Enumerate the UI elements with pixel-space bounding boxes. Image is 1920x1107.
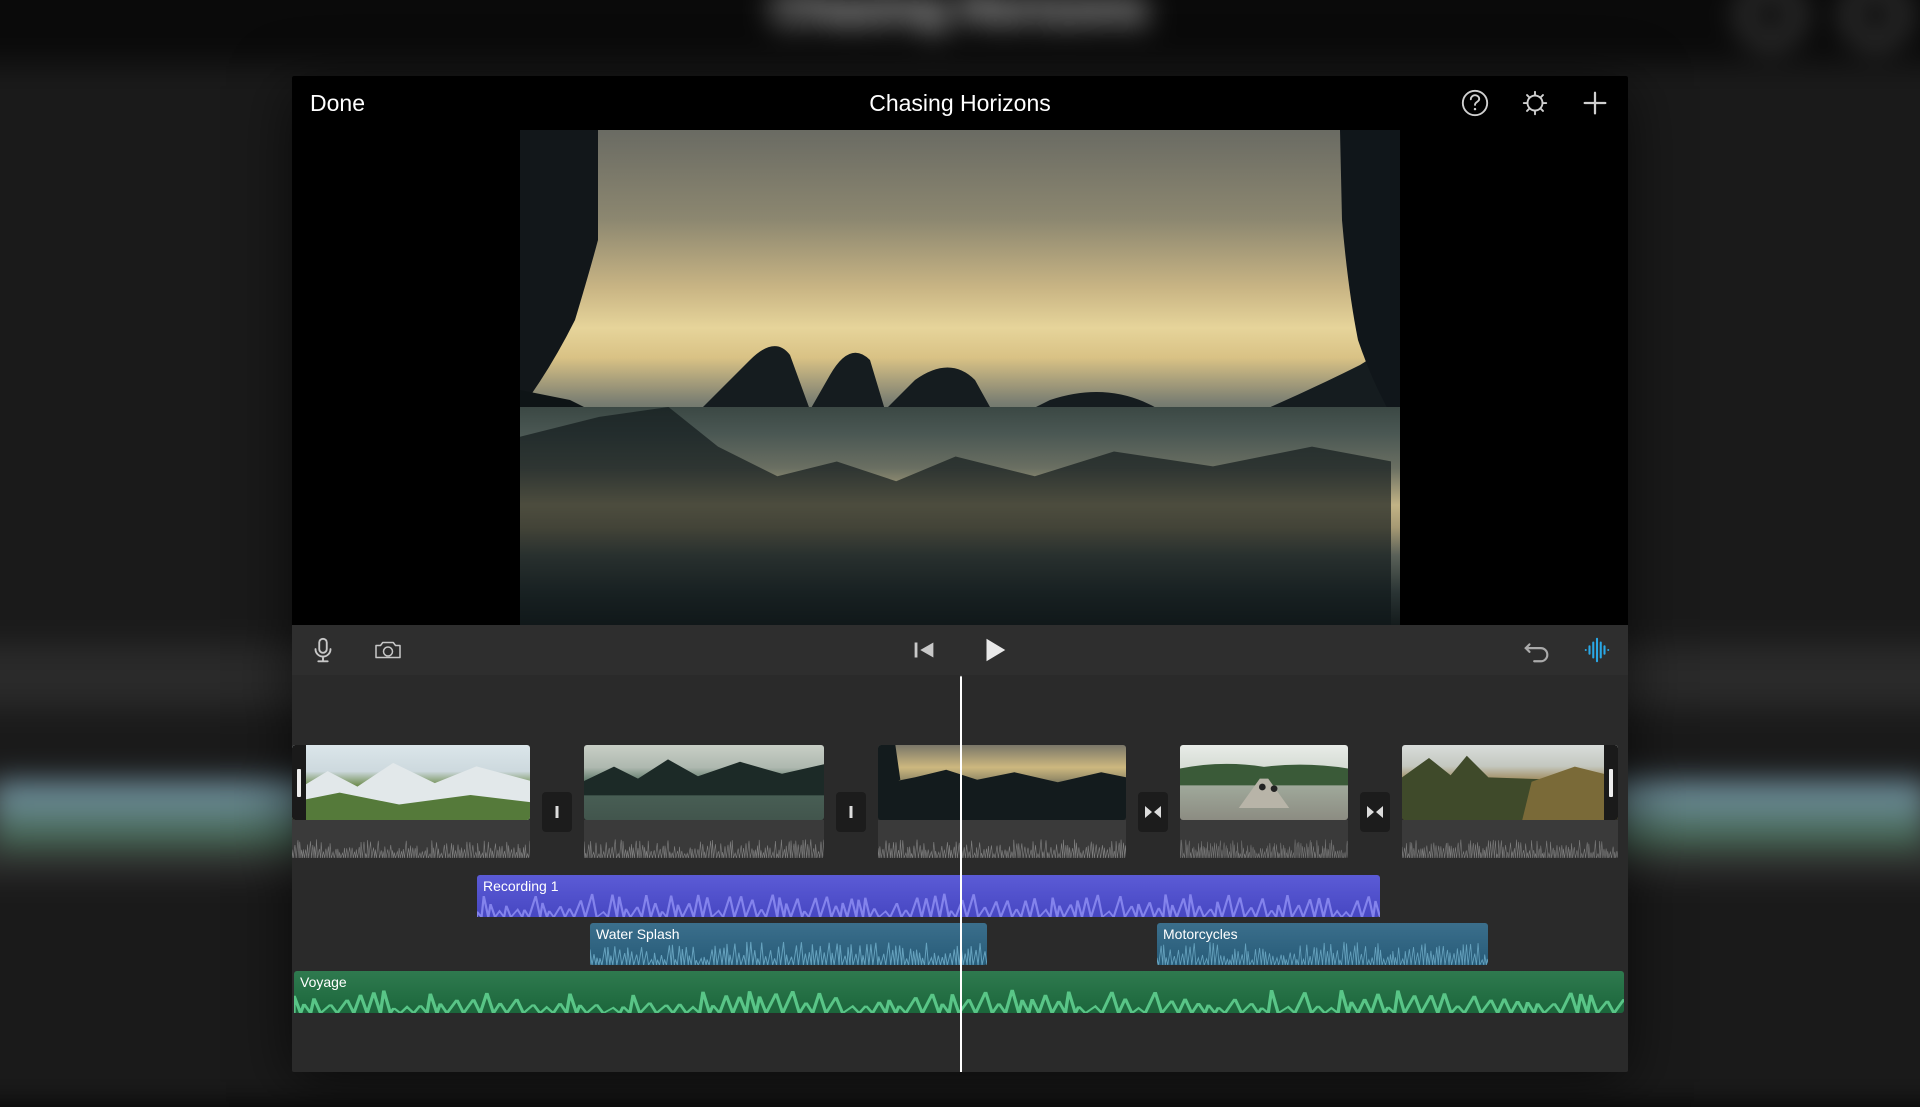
audio-track-sfx1[interactable]: Water Splash [590, 923, 987, 965]
bg-help-icon [1741, 0, 1800, 44]
clip-start-handle[interactable] [292, 745, 306, 820]
video-clip[interactable] [292, 745, 530, 820]
video-clip[interactable] [1180, 745, 1348, 820]
bg-title: Chasing Horizons [773, 0, 1148, 34]
clip-audio-strip [292, 820, 530, 858]
skip-back-icon[interactable] [909, 635, 939, 665]
video-clip[interactable] [1402, 745, 1618, 820]
clip-end-handle[interactable] [1604, 745, 1618, 820]
clip-audio-strip [878, 820, 1126, 858]
undo-icon[interactable] [1522, 635, 1552, 665]
audio-track-label: Voyage [300, 974, 1618, 990]
transition-crossfade-icon[interactable] [1360, 792, 1390, 832]
video-clip[interactable] [584, 745, 824, 820]
audio-track-label: Recording 1 [483, 878, 1374, 894]
waveform-icon[interactable] [1582, 635, 1612, 665]
transition-none-icon[interactable] [542, 792, 572, 832]
audio-track-sfx2[interactable]: Motorcycles [1157, 923, 1488, 965]
preview-frame[interactable] [520, 130, 1400, 625]
audio-track-label: Water Splash [596, 926, 981, 942]
microphone-icon[interactable] [308, 635, 338, 665]
camera-icon[interactable] [370, 635, 406, 665]
transition-crossfade-icon[interactable] [1138, 792, 1168, 832]
audio-waveform [1157, 940, 1488, 965]
done-button[interactable]: Done [310, 90, 365, 117]
editor-topbar: Done Chasing Horizons [292, 76, 1628, 130]
transition-none-icon[interactable] [836, 792, 866, 832]
project-title: Chasing Horizons [869, 90, 1051, 117]
clip-audio-strip [1180, 820, 1348, 858]
playhead[interactable] [960, 675, 962, 1072]
clip-audio-strip [584, 820, 824, 858]
help-icon[interactable] [1460, 88, 1490, 118]
timeline[interactable]: Recording 1 Water Splash Motorcycles Voyage [292, 675, 1628, 1072]
gear-icon[interactable] [1520, 88, 1550, 118]
audio-waveform [477, 892, 1380, 917]
playback-controls [292, 625, 1628, 675]
video-clip[interactable] [878, 745, 1126, 820]
audio-waveform [590, 940, 987, 965]
plus-icon[interactable] [1580, 88, 1610, 118]
audio-track-music[interactable]: Voyage [294, 971, 1624, 1013]
play-icon[interactable] [977, 633, 1011, 667]
clip-audio-strip [1402, 820, 1618, 858]
audio-track-rec1[interactable]: Recording 1 [477, 875, 1380, 917]
audio-track-label: Motorcycles [1163, 926, 1482, 942]
audio-waveform [294, 988, 1624, 1013]
preview-viewer [292, 130, 1628, 625]
video-editor-panel: Done Chasing Horizons [292, 76, 1628, 1072]
bg-share-icon [1846, 0, 1905, 44]
